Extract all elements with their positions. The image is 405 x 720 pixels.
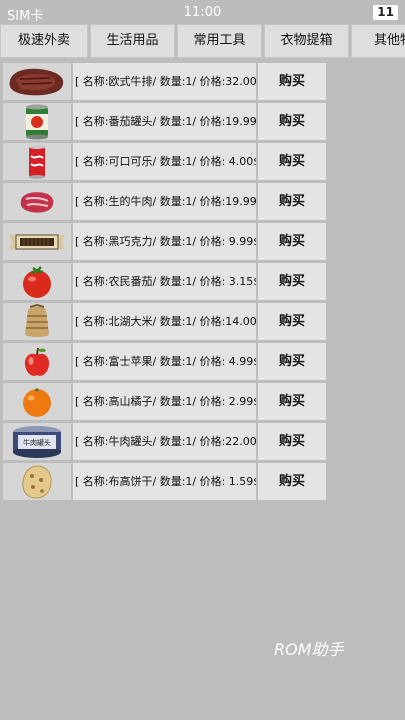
tab-clothing-bags[interactable]: 衣物提箱 (264, 24, 349, 58)
product-info: [ 名称:北湖大米/ 数量:1/ 价格:14.00$] (73, 303, 256, 340)
buy-button[interactable]: 购买 (258, 423, 326, 460)
product-row: [ 名称:番茄罐头/ 数量:1/ 价格:19.99$] 购买 (3, 103, 326, 140)
buy-button[interactable]: 购买 (258, 223, 326, 260)
product-info: [ 名称:番茄罐头/ 数量:1/ 价格:19.99$] (73, 103, 256, 140)
biscuit-icon (3, 463, 71, 500)
beef-can-icon: 牛肉罐头 (3, 423, 71, 460)
cola-can-icon (3, 143, 71, 180)
raw-beef-icon (3, 183, 71, 220)
apple-icon (3, 343, 71, 380)
tab-daily-goods[interactable]: 生活用品 (90, 24, 175, 58)
product-info: [ 名称:可口可乐/ 数量:1/ 价格: 4.00$] (73, 143, 256, 180)
product-row: [ 名称:富士苹果/ 数量:1/ 价格: 4.99$] 购买 (3, 343, 326, 380)
battery-icon: 11 (373, 5, 398, 20)
tab-fast-delivery[interactable]: 极速外卖 (0, 24, 88, 58)
tomato-icon (3, 263, 71, 300)
product-row: 牛肉罐头 [ 名称:牛肉罐头/ 数量:1/ 价格:22.00$] 购买 (3, 423, 326, 460)
product-row: [ 名称:可口可乐/ 数量:1/ 价格: 4.00$] 购买 (3, 143, 326, 180)
tab-other[interactable]: 其他物 (351, 24, 405, 58)
buy-button[interactable]: 购买 (258, 143, 326, 180)
product-row: [ 名称:欧式牛排/ 数量:1/ 价格:32.00$] 购买 (3, 63, 326, 100)
buy-button[interactable]: 购买 (258, 303, 326, 340)
product-row: [ 名称:北湖大米/ 数量:1/ 价格:14.00$] 购买 (3, 303, 326, 340)
buy-button[interactable]: 购买 (258, 183, 326, 220)
watermark: ROM助手 (274, 640, 344, 659)
product-row: [ 名称:农民番茄/ 数量:1/ 价格: 3.15$] 购买 (3, 263, 326, 300)
product-info: [ 名称:欧式牛排/ 数量:1/ 价格:32.00$] (73, 63, 256, 100)
can-label: 牛肉罐头 (23, 438, 51, 447)
product-info: [ 名称:农民番茄/ 数量:1/ 价格: 3.15$] (73, 263, 256, 300)
steak-icon (3, 63, 71, 100)
product-info: [ 名称:高山橘子/ 数量:1/ 价格: 2.99$] (73, 383, 256, 420)
clock: 11:00 (183, 5, 222, 20)
product-info: [ 名称:布高饼干/ 数量:1/ 价格: 1.59$] (73, 463, 256, 500)
category-tabs: 极速外卖 生活用品 常用工具 衣物提箱 其他物 (0, 24, 405, 58)
buy-button[interactable]: 购买 (258, 263, 326, 300)
chocolate-bar-icon (3, 223, 71, 260)
orange-icon (3, 383, 71, 420)
product-row: [ 名称:高山橘子/ 数量:1/ 价格: 2.99$] 购买 (3, 383, 326, 420)
product-row: [ 名称:布高饼干/ 数量:1/ 价格: 1.59$] 购买 (3, 463, 326, 500)
rice-sack-icon (3, 303, 71, 340)
buy-button[interactable]: 购买 (258, 63, 326, 100)
buy-button[interactable]: 购买 (258, 103, 326, 140)
buy-button[interactable]: 购买 (258, 463, 326, 500)
product-info: [ 名称:牛肉罐头/ 数量:1/ 价格:22.00$] (73, 423, 256, 460)
product-info: [ 名称:生的牛肉/ 数量:1/ 价格:19.99$] (73, 183, 256, 220)
buy-button[interactable]: 购买 (258, 343, 326, 380)
buy-button[interactable]: 购买 (258, 383, 326, 420)
product-row: [ 名称:生的牛肉/ 数量:1/ 价格:19.99$] 购买 (3, 183, 326, 220)
status-bar: SIM卡 11:00 11 (0, 0, 405, 26)
product-info: [ 名称:黑巧克力/ 数量:1/ 价格: 9.99$] (73, 223, 256, 260)
tomato-can-icon (3, 103, 71, 140)
product-row: [ 名称:黑巧克力/ 数量:1/ 价格: 9.99$] 购买 (3, 223, 326, 260)
product-list: [ 名称:欧式牛排/ 数量:1/ 价格:32.00$] 购买 [ 名称:番茄罐头… (3, 63, 326, 503)
tab-common-tools[interactable]: 常用工具 (177, 24, 262, 58)
product-info: [ 名称:富士苹果/ 数量:1/ 价格: 4.99$] (73, 343, 256, 380)
